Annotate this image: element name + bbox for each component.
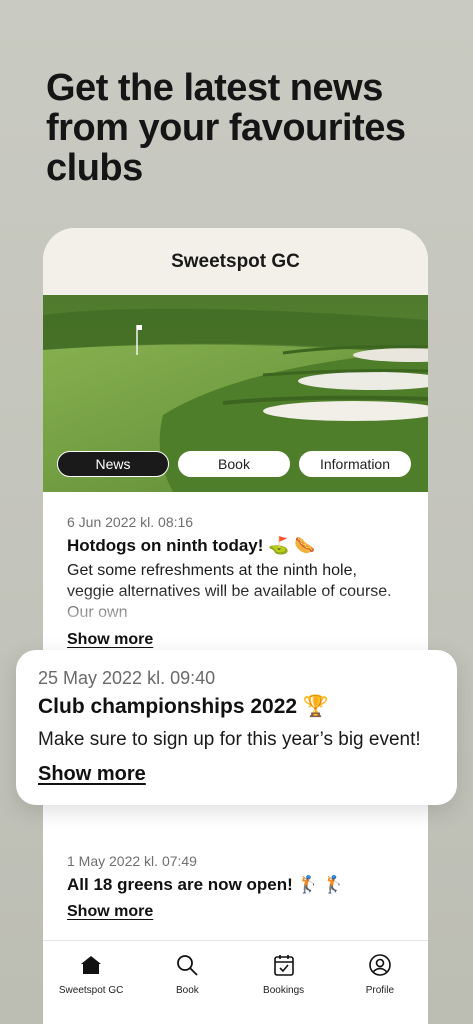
course-hero-image: News Book Information: [43, 295, 428, 492]
news-item: 1 May 2022 kl. 07:49 All 18 greens are n…: [67, 831, 404, 921]
news-title: Club championships 2022 🏆: [38, 695, 330, 718]
profile-icon: [369, 954, 391, 976]
news-body: Make sure to sign up for this year’s big…: [38, 729, 421, 750]
tabbar-item-profile[interactable]: Profile: [332, 941, 428, 1024]
featured-news-card: 25 May 2022 kl. 09:40 Club championships…: [16, 650, 457, 805]
news-date: 25 May 2022 kl. 09:40: [38, 668, 216, 688]
tab-news[interactable]: News: [57, 451, 169, 477]
tab-book[interactable]: Book: [178, 451, 290, 477]
club-tabs: News Book Information: [57, 451, 411, 477]
headline: Get the latest news from your favourites…: [46, 67, 406, 189]
show-more-link[interactable]: Show more: [67, 631, 153, 649]
club-header: Sweetspot GC: [43, 228, 428, 295]
tabbar-item-home[interactable]: Sweetspot GC: [43, 941, 139, 1024]
phone-mockup: Sweetspot GC News Book Information 6 Jun…: [43, 228, 428, 1024]
news-body: Get some refreshments at the ninth hole,…: [67, 562, 392, 621]
tabbar-item-bookings[interactable]: Bookings: [236, 941, 332, 1024]
show-more-link[interactable]: Show more: [67, 903, 153, 921]
bottom-tab-bar: Sweetspot GC Book Bookings Profile: [43, 940, 428, 1024]
tabbar-label: Sweetspot GC: [58, 985, 124, 996]
calendar-check-icon: [273, 955, 294, 976]
news-title: All 18 greens are now open! 🏌️ 🏌️: [67, 875, 345, 894]
home-icon: [81, 956, 102, 974]
show-more-link[interactable]: Show more: [38, 763, 146, 786]
tabbar-label: Bookings: [263, 985, 305, 996]
news-title: Hotdogs on ninth today! ⛳ 🌭: [67, 536, 316, 555]
tab-information[interactable]: Information: [299, 451, 411, 477]
tabbar-label: Book: [175, 985, 199, 996]
search-icon: [177, 955, 199, 976]
news-date: 6 Jun 2022 kl. 08:16: [67, 514, 194, 530]
tabbar-item-book[interactable]: Book: [139, 941, 235, 1024]
club-name: Sweetspot GC: [171, 250, 300, 272]
tabbar-label: Profile: [365, 985, 395, 996]
news-item: 6 Jun 2022 kl. 08:16 Hotdogs on ninth to…: [67, 492, 404, 649]
news-date: 1 May 2022 kl. 07:49: [67, 853, 197, 869]
